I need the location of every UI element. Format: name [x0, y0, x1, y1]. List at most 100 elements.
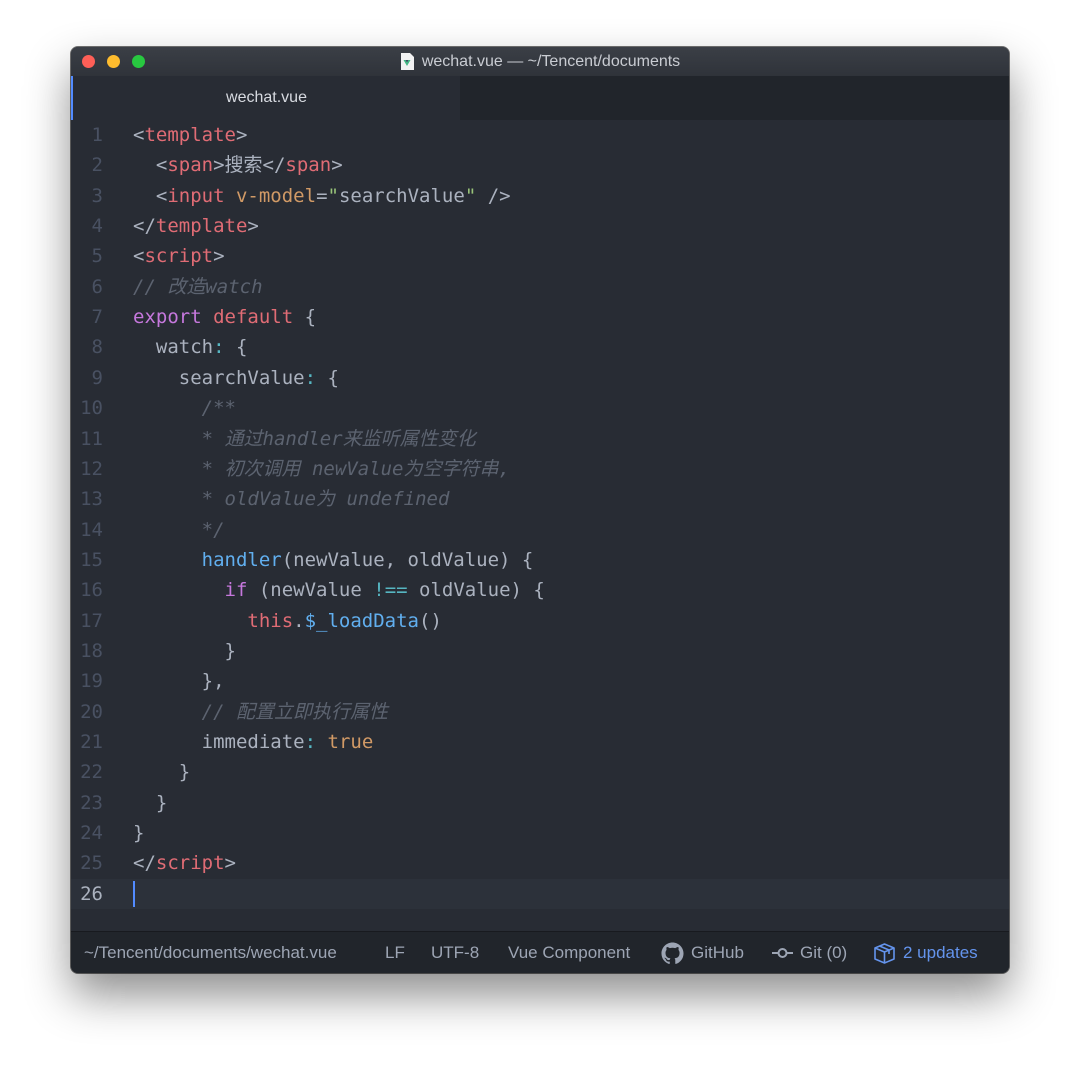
line-number: 6: [91, 275, 103, 298]
code-line[interactable]: 22 }: [71, 757, 1009, 787]
code-token: v-model: [235, 184, 317, 207]
code-text: * 初次调用 newValue为空字符串,: [133, 454, 510, 484]
line-number: 22: [80, 761, 103, 784]
code-line[interactable]: 10 /**: [71, 393, 1009, 423]
code-line[interactable]: 9 searchValue: {: [71, 363, 1009, 393]
code-token: }: [133, 639, 236, 662]
code-line[interactable]: 12 * 初次调用 newValue为空字符串,: [71, 454, 1009, 484]
line-number: 17: [80, 609, 103, 632]
code-token: <: [133, 245, 145, 268]
code-text: }: [133, 636, 236, 666]
line-number: 1: [91, 124, 103, 146]
code-line[interactable]: 6 // 改造watch: [71, 272, 1009, 302]
code-line[interactable]: 14 */: [71, 515, 1009, 545]
encoding-status[interactable]: UTF-8: [431, 932, 479, 973]
grammar-status[interactable]: Vue Component: [508, 932, 630, 973]
code-token: span: [167, 154, 214, 177]
window-title: wechat.vue — ~/Tencent/documents: [421, 52, 681, 70]
github-icon: [661, 941, 684, 964]
code-line[interactable]: 26: [71, 878, 1009, 909]
code-token: (): [419, 609, 442, 632]
line-number: 12: [80, 457, 103, 480]
code-text: /**: [133, 393, 236, 423]
updates-label: 2 updates: [903, 943, 978, 962]
code-line[interactable]: 20 // 配置立即执行属性: [71, 697, 1009, 727]
text-cursor: [133, 880, 135, 907]
code-text: <script>: [133, 241, 225, 271]
code-line[interactable]: 25 </script>: [71, 848, 1009, 878]
code-token: }: [133, 791, 168, 814]
code-line[interactable]: 16 if (newValue !== oldValue) {: [71, 575, 1009, 605]
code-line[interactable]: 4 </template>: [71, 211, 1009, 241]
code-line[interactable]: 1 <template>: [71, 120, 1009, 150]
code-token: searchValue: [133, 366, 305, 389]
code-line[interactable]: 5 <script>: [71, 241, 1009, 271]
code-token: }: [133, 822, 145, 845]
code-token: >: [331, 154, 343, 177]
code-token: (newValue: [247, 579, 374, 602]
code-text: immediate: true: [133, 727, 374, 757]
code-line[interactable]: 19 },: [71, 666, 1009, 696]
tab-wechat-vue[interactable]: wechat.vue: [71, 76, 460, 120]
code-editor[interactable]: 1 <template> 2 <span>搜索</span> 3 <input v-m…: [71, 120, 1009, 931]
github-status[interactable]: GitHub: [661, 932, 744, 973]
code-line[interactable]: 18 }: [71, 636, 1009, 666]
code-line[interactable]: 13 * oldValue为 undefined: [71, 484, 1009, 514]
code-token: ": [464, 184, 477, 207]
code-line[interactable]: 21 immediate: true: [71, 727, 1009, 757]
git-status[interactable]: Git (0): [772, 932, 847, 973]
code-token: },: [133, 670, 225, 693]
code-token: :: [304, 731, 317, 753]
code-token: >: [213, 245, 225, 268]
line-number: 5: [91, 245, 103, 268]
editor-window: wechat.vue — ~/Tencent/documents wechat.…: [71, 47, 1009, 973]
code-token: if: [224, 579, 248, 602]
code-line[interactable]: 7 export default {: [71, 302, 1009, 332]
line-number: 13: [80, 488, 103, 511]
line-ending: LF: [385, 943, 405, 962]
code-token: ": [327, 184, 339, 207]
code-token: * 初次调用 newValue为空字符串,: [133, 457, 510, 480]
code-token: {: [293, 306, 317, 329]
window-title-group: wechat.vue — ~/Tencent/documents: [71, 47, 1009, 76]
line-number: 10: [80, 397, 103, 420]
code-text: handler(newValue, oldValue) {: [133, 545, 534, 575]
code-text: */: [133, 515, 225, 545]
code-line[interactable]: 17 this.$_loadData(): [71, 606, 1009, 636]
code-token: oldValue) {: [407, 579, 545, 602]
code-token: <: [133, 154, 168, 177]
code-text: }: [133, 757, 190, 787]
line-number: 8: [91, 336, 103, 359]
code-token: template: [144, 124, 236, 146]
line-number: 24: [80, 822, 103, 845]
file-path-status[interactable]: ~/Tencent/documents/wechat.vue: [84, 932, 337, 973]
line-number: 11: [80, 427, 103, 450]
code-token: {: [316, 366, 339, 389]
code-text: <input v-model="searchValue" />: [133, 181, 511, 211]
status-bar: ~/Tencent/documents/wechat.vue LF UTF-8 …: [71, 931, 1009, 973]
code-line[interactable]: 8 watch: {: [71, 332, 1009, 362]
code-token: template: [155, 215, 248, 238]
code-line[interactable]: 24}: [71, 818, 1009, 848]
code-token: {: [224, 336, 248, 359]
code-text: },: [133, 666, 225, 696]
code-token: export: [133, 306, 202, 329]
line-number: 16: [80, 579, 103, 602]
code-token: :: [304, 366, 317, 389]
line-ending-status[interactable]: LF: [385, 932, 405, 973]
code-line[interactable]: 3 <input v-model="searchValue" />: [71, 181, 1009, 211]
code-token: true: [327, 731, 374, 753]
code-line[interactable]: 23 }: [71, 788, 1009, 818]
updates-status[interactable]: 2 updates: [873, 932, 978, 973]
code-token: =: [316, 184, 328, 207]
code-token: script: [155, 852, 225, 875]
line-number: 25: [80, 852, 103, 875]
code-line[interactable]: 2 <span>搜索</span>: [71, 150, 1009, 180]
code-text: <template>: [133, 120, 247, 150]
code-token: span: [285, 154, 332, 177]
code-line[interactable]: 11 * 通过handler来监听属性变化: [71, 424, 1009, 454]
code-line[interactable]: 15 handler(newValue, oldValue) {: [71, 545, 1009, 575]
